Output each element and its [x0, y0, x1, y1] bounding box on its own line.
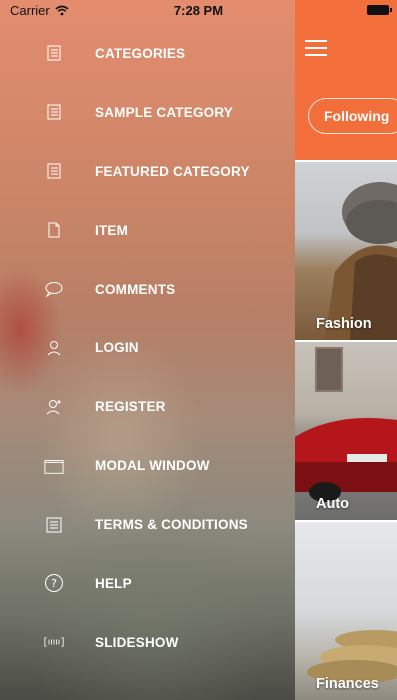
- menu-item-label: CATEGORIES: [95, 45, 186, 61]
- menu-item-register[interactable]: REGISTER: [0, 377, 295, 436]
- document-icon: [44, 220, 64, 240]
- menu-item-item[interactable]: ITEM: [0, 201, 295, 260]
- menu-item-label: ITEM: [95, 222, 129, 238]
- window-icon: [44, 456, 64, 476]
- speech-bubble-icon: [44, 279, 64, 299]
- fashion-photo: [325, 182, 397, 340]
- side-menu: CATEGORIES SAMPLE CATEGORY FEATURED CATE…: [0, 0, 295, 700]
- menu-item-label: FEATURED CATEGORY: [95, 163, 250, 179]
- user-add-icon: [44, 397, 64, 417]
- menu-item-sample-category[interactable]: SAMPLE CATEGORY: [0, 83, 295, 142]
- menu-item-categories[interactable]: CATEGORIES: [0, 24, 295, 83]
- menu-list: CATEGORIES SAMPLE CATEGORY FEATURED CATE…: [0, 24, 295, 672]
- question-circle-icon: ?: [44, 573, 64, 593]
- menu-item-label: SAMPLE CATEGORY: [95, 104, 234, 120]
- following-tab[interactable]: Following: [308, 98, 397, 134]
- card-label: Auto: [316, 496, 350, 512]
- status-time: 7:28 PM: [173, 3, 224, 18]
- menu-item-label: LOGIN: [95, 340, 139, 356]
- battery-icon: [367, 5, 392, 15]
- menu-item-label: HELP: [95, 575, 132, 591]
- menu-item-label: COMMENTS: [95, 281, 176, 297]
- category-card-finances[interactable]: Finances: [295, 522, 397, 700]
- menu-item-label: MODAL WINDOW: [95, 458, 210, 474]
- slideshow-icon: [44, 632, 64, 652]
- list-icon: [44, 43, 64, 63]
- menu-item-slideshow[interactable]: SLIDESHOW: [0, 613, 295, 672]
- card-label: Fashion: [316, 316, 372, 332]
- list-icon: [44, 161, 64, 181]
- checklist-icon: [44, 515, 64, 535]
- menu-item-help[interactable]: ? HELP: [0, 554, 295, 613]
- menu-item-comments[interactable]: COMMENTS: [0, 260, 295, 319]
- menu-item-terms-conditions[interactable]: TERMS & CONDITIONS: [0, 495, 295, 554]
- category-card-fashion[interactable]: Fashion: [295, 162, 397, 340]
- menu-item-modal-window[interactable]: MODAL WINDOW: [0, 436, 295, 495]
- menu-item-login[interactable]: LOGIN: [0, 318, 295, 377]
- finances-photo: [307, 630, 397, 684]
- hamburger-menu-icon[interactable]: [305, 40, 327, 56]
- top-bar: Following: [295, 0, 397, 160]
- menu-item-featured-category[interactable]: FEATURED CATEGORY: [0, 142, 295, 201]
- category-card-auto[interactable]: Auto: [295, 342, 397, 520]
- user-icon: [44, 338, 64, 358]
- list-icon: [44, 102, 64, 122]
- menu-item-label: REGISTER: [95, 399, 166, 415]
- main-content: Following Fashion Auto Finances: [295, 0, 397, 700]
- card-label: Finances: [316, 676, 379, 692]
- menu-item-label: SLIDESHOW: [95, 634, 179, 650]
- auto-photo: [295, 347, 397, 502]
- status-bar: Carrier 7:28 PM: [0, 0, 397, 20]
- menu-item-label: TERMS & CONDITIONS: [95, 517, 248, 533]
- svg-text:?: ?: [51, 577, 57, 590]
